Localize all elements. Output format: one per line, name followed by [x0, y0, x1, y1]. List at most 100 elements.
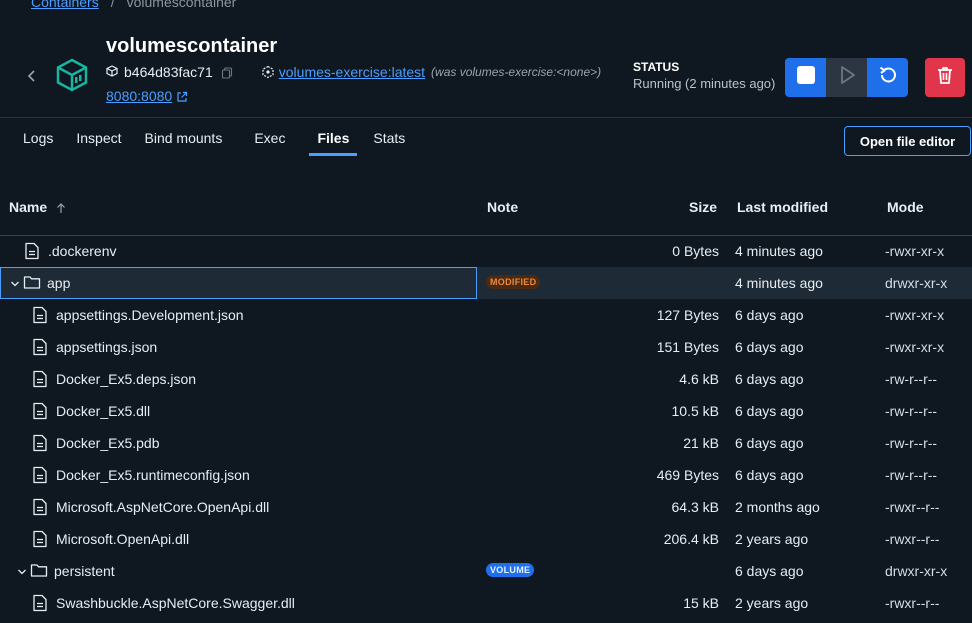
tab-stats[interactable]: Stats [373, 118, 405, 156]
trash-icon [935, 65, 955, 90]
folder-row[interactable]: persistent VOLUME 6 days ago drwxr-xr-x [0, 555, 972, 587]
file-name: Docker_Ex5.dll [56, 403, 151, 419]
file-name: Docker_Ex5.pdb [56, 435, 160, 451]
port-row: 8080:8080 [106, 88, 188, 104]
file-row[interactable]: Docker_Ex5.dll 10.5 kB 6 days ago -rw-r--r-… [0, 395, 972, 427]
column-name[interactable]: Name [9, 199, 67, 215]
file-row[interactable]: Docker_Ex5.deps.json 4.6 kB 6 days ago -rw-… [0, 363, 972, 395]
stop-icon [796, 65, 816, 90]
mode-cell: drwxr-xr-x [885, 275, 948, 291]
file-icon [32, 434, 48, 452]
back-chevron-icon[interactable] [24, 68, 40, 84]
name-cell[interactable]: appsettings.json [0, 331, 477, 363]
name-cell[interactable]: Docker_Ex5.runtimeconfig.json [0, 459, 477, 491]
modified-cell: 4 minutes ago [735, 275, 823, 291]
name-cell[interactable]: Docker_Ex5.deps.json [0, 363, 477, 395]
stop-button[interactable] [785, 58, 826, 97]
tab-bind-mounts[interactable]: Bind mounts [145, 118, 223, 156]
mode-cell: -rw-r--r-- [885, 403, 938, 419]
size-cell: 127 Bytes [656, 307, 719, 323]
folder-row[interactable]: app MODIFIED 4 minutes ago drwxr-xr-x [0, 267, 972, 299]
restart-button[interactable] [867, 58, 908, 97]
size-cell: 469 Bytes [656, 467, 719, 483]
mode-cell: -rw-r--r-- [885, 467, 938, 483]
name-cell[interactable]: Docker_Ex5.dll [0, 395, 477, 427]
file-name: Microsoft.OpenApi.dll [56, 531, 190, 547]
size-cell: 0 Bytes [672, 243, 719, 259]
breadcrumb-separator: / [110, 0, 115, 10]
file-row[interactable]: Swashbuckle.AspNetCore.Swagger.dll 15 kB 2… [0, 587, 972, 619]
name-cell[interactable]: Docker_Ex5.pdb [0, 427, 477, 459]
breadcrumb: Containers / volumescontainer [31, 0, 236, 10]
container-cube-icon [55, 58, 89, 92]
file-name: app [47, 275, 71, 291]
image-link[interactable]: volumes-exercise:latest [279, 64, 425, 80]
mode-cell: -rw-r--r-- [885, 435, 938, 451]
file-icon [32, 370, 48, 388]
chevron-down-icon[interactable] [9, 277, 21, 289]
name-cell[interactable]: Swashbuckle.AspNetCore.Swagger.dll [0, 587, 477, 619]
modified-cell: 6 days ago [735, 467, 804, 483]
status-value: Running (2 minutes ago) [633, 76, 776, 91]
size-cell: 4.6 kB [679, 371, 719, 387]
folder-icon [23, 274, 41, 292]
file-name: Docker_Ex5.runtimeconfig.json [56, 467, 250, 483]
modified-cell: 4 minutes ago [735, 243, 823, 259]
copy-icon[interactable] [221, 66, 233, 79]
name-cell[interactable]: .dockerenv [0, 235, 477, 267]
column-last-modified[interactable]: Last modified [737, 199, 828, 215]
name-cell[interactable]: app [0, 267, 477, 299]
external-link-icon[interactable] [176, 90, 188, 102]
size-cell: 15 kB [683, 595, 719, 611]
file-icon [32, 594, 48, 612]
name-cell[interactable]: Microsoft.AspNetCore.OpenApi.dll [0, 491, 477, 523]
container-title: volumescontainer [106, 35, 278, 57]
start-button[interactable] [826, 58, 867, 97]
modified-cell: 6 days ago [735, 403, 804, 419]
file-icon [32, 530, 48, 548]
file-row[interactable]: appsettings.Development.json 127 Bytes 6 d… [0, 299, 972, 331]
file-icon [32, 402, 48, 420]
file-row[interactable]: Docker_Ex5.runtimeconfig.json 469 Bytes 6 … [0, 459, 972, 491]
column-mode[interactable]: Mode [887, 199, 924, 215]
mode-cell: drwxr-xr-x [885, 563, 948, 579]
chevron-down-icon[interactable] [16, 565, 28, 577]
file-row[interactable]: .dockerenv 0 Bytes 4 minutes ago -rwxr-xr-x [0, 235, 972, 267]
file-row[interactable]: Docker_Ex5.pdb 21 kB 6 days ago -rw-r--r-- [0, 427, 972, 459]
column-note[interactable]: Note [487, 199, 518, 215]
status-block: STATUS Running (2 minutes ago) [633, 60, 775, 91]
delete-button[interactable] [925, 58, 965, 97]
image-icon [261, 65, 275, 79]
size-cell: 64.3 kB [671, 499, 719, 515]
breadcrumb-containers-link[interactable]: Containers [31, 0, 99, 10]
mode-cell: -rwxr-xr-x [885, 339, 945, 355]
tab-logs[interactable]: Logs [23, 118, 53, 156]
image-previous: (was volumes-exercise:<none>) [431, 65, 602, 79]
file-row[interactable]: appsettings.json 151 Bytes 6 days ago -rwxr… [0, 331, 972, 363]
folder-icon [30, 562, 48, 580]
port-link[interactable]: 8080:8080 [106, 88, 172, 104]
name-cell[interactable]: persistent [0, 555, 477, 587]
tab-inspect[interactable]: Inspect [76, 118, 121, 156]
column-size[interactable]: Size [689, 199, 717, 215]
sort-ascending-icon[interactable] [55, 201, 67, 213]
file-name: appsettings.Development.json [56, 307, 244, 323]
file-name: Microsoft.AspNetCore.OpenApi.dll [56, 499, 270, 515]
play-icon [837, 65, 857, 90]
modified-cell: 6 days ago [735, 307, 804, 323]
mode-cell: -rw-r--r-- [885, 371, 938, 387]
file-row[interactable]: Microsoft.AspNetCore.OpenApi.dll 64.3 kB 2… [0, 491, 972, 523]
files-table-header: Name Note Size Last modified Mode [0, 190, 972, 236]
name-cell[interactable]: appsettings.Development.json [0, 299, 477, 331]
tab-exec[interactable]: Exec [254, 118, 285, 156]
modified-cell: 6 days ago [735, 435, 804, 451]
open-file-editor-button[interactable]: Open file editor [844, 126, 971, 156]
tab-files[interactable]: Files [309, 118, 358, 156]
volume-badge: VOLUME [486, 563, 535, 577]
file-name: appsettings.json [56, 339, 158, 355]
name-cell[interactable]: Microsoft.OpenApi.dll [0, 523, 477, 555]
mode-cell: -rwxr-xr-x [885, 243, 945, 259]
container-meta: b464d83fac71 volumes-exercise:latest (wa… [106, 64, 601, 80]
file-row[interactable]: Microsoft.OpenApi.dll 206.4 kB 2 years ago… [0, 523, 972, 555]
file-name: .dockerenv [48, 243, 117, 259]
